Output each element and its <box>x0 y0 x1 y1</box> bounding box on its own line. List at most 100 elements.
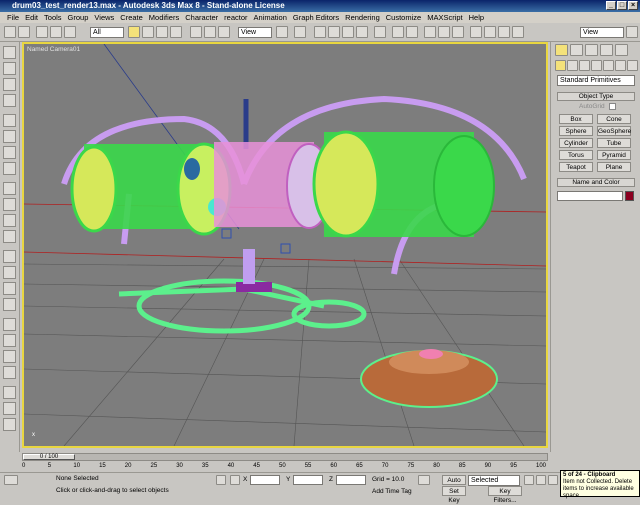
box-button[interactable]: Box <box>559 114 593 124</box>
material-editor-icon[interactable] <box>470 26 482 38</box>
tube-button[interactable]: Tube <box>597 138 631 148</box>
cylinder-button[interactable]: Cylinder <box>559 138 593 148</box>
menu-maxscript[interactable]: MAXScript <box>424 12 465 23</box>
create-tab-icon[interactable] <box>555 44 568 56</box>
display-tab-icon[interactable] <box>615 44 628 56</box>
tool-icon[interactable] <box>3 298 16 311</box>
maximize-button[interactable]: □ <box>617 1 627 10</box>
key-filters-button[interactable]: Key Filters... <box>488 486 522 504</box>
tool-icon[interactable] <box>3 46 16 59</box>
timeline-ruler[interactable]: 0 5 10 15 20 25 30 35 40 45 50 55 60 65 70 75 80 85 90 95 10… <box>22 463 548 471</box>
tool-icon[interactable] <box>3 182 16 195</box>
menu-customize[interactable]: Customize <box>383 12 424 23</box>
mirror-icon[interactable] <box>392 26 404 38</box>
rotate-icon[interactable] <box>204 26 216 38</box>
y-coord-field[interactable] <box>293 475 323 485</box>
maxscript-listener-icon[interactable] <box>4 475 18 485</box>
autogrid-checkbox[interactable] <box>609 103 616 110</box>
tool-icon[interactable] <box>3 94 16 107</box>
tool-icon[interactable] <box>3 282 16 295</box>
modify-tab-icon[interactable] <box>570 44 583 56</box>
percent-snap-icon[interactable] <box>342 26 354 38</box>
ref-coord-dropdown[interactable]: View <box>238 27 272 38</box>
undo-icon[interactable] <box>4 26 16 38</box>
tool-icon[interactable] <box>3 250 16 263</box>
torus-button[interactable]: Torus <box>559 150 593 160</box>
tool-icon[interactable] <box>3 266 16 279</box>
schematic-view-icon[interactable] <box>452 26 464 38</box>
geometry-icon[interactable] <box>555 60 566 71</box>
window-crossing-icon[interactable] <box>170 26 182 38</box>
pivot-icon[interactable] <box>276 26 288 38</box>
render-setup-icon[interactable] <box>484 26 496 38</box>
tool-icon[interactable] <box>3 386 16 399</box>
menu-animation[interactable]: Animation <box>251 12 290 23</box>
quick-render-icon[interactable] <box>512 26 524 38</box>
close-button[interactable]: × <box>628 1 638 10</box>
curve-editor-icon[interactable] <box>438 26 450 38</box>
tool-icon[interactable] <box>3 146 16 159</box>
move-icon[interactable] <box>190 26 202 38</box>
select-by-name-icon[interactable] <box>142 26 154 38</box>
menu-help[interactable]: Help <box>466 12 487 23</box>
render-frame-icon[interactable] <box>498 26 510 38</box>
menu-edit[interactable]: Edit <box>22 12 41 23</box>
tool-icon[interactable] <box>3 114 16 127</box>
object-color-swatch[interactable] <box>625 191 634 201</box>
set-key-button[interactable]: Set Key <box>442 486 466 504</box>
key-icon[interactable] <box>418 475 430 485</box>
object-type-rollout[interactable]: Object Type <box>557 92 635 101</box>
time-slider[interactable]: 0 / 100 <box>22 453 548 461</box>
cameras-icon[interactable] <box>591 60 602 71</box>
tool-icon[interactable] <box>3 162 16 175</box>
render-icon[interactable] <box>626 26 638 38</box>
select-manipulate-icon[interactable] <box>294 26 306 38</box>
helpers-icon[interactable] <box>603 60 614 71</box>
named-selection-dropdown[interactable]: View <box>580 27 624 38</box>
category-dropdown[interactable]: Standard Primitives <box>557 75 635 86</box>
link-icon[interactable] <box>36 26 48 38</box>
lock-icon[interactable] <box>216 475 226 485</box>
scale-icon[interactable] <box>218 26 230 38</box>
pyramid-button[interactable]: Pyramid <box>597 150 631 160</box>
rect-selection-icon[interactable] <box>156 26 168 38</box>
shapes-icon[interactable] <box>567 60 578 71</box>
viewport-label[interactable]: Named Camera01 <box>27 46 80 53</box>
x-coord-field[interactable] <box>250 475 280 485</box>
lights-icon[interactable] <box>579 60 590 71</box>
menu-modifiers[interactable]: Modifiers <box>146 12 182 23</box>
camera-viewport[interactable]: Named Camera01 x <box>22 42 548 448</box>
spinner-snap-icon[interactable] <box>356 26 368 38</box>
menu-tools[interactable]: Tools <box>41 12 65 23</box>
named-sel-icon[interactable] <box>374 26 386 38</box>
tool-icon[interactable] <box>3 230 16 243</box>
menu-file[interactable]: File <box>4 12 22 23</box>
systems-icon[interactable] <box>627 60 638 71</box>
z-coord-field[interactable] <box>336 475 366 485</box>
menu-graph-editors[interactable]: Graph Editors <box>290 12 342 23</box>
menu-views[interactable]: Views <box>91 12 117 23</box>
menu-group[interactable]: Group <box>65 12 92 23</box>
minimize-button[interactable]: _ <box>606 1 616 10</box>
sphere-button[interactable]: Sphere <box>559 126 593 136</box>
plane-button[interactable]: Plane <box>597 162 631 172</box>
tool-icon[interactable] <box>3 214 16 227</box>
cone-button[interactable]: Cone <box>597 114 631 124</box>
tool-icon[interactable] <box>3 350 16 363</box>
time-slider-thumb[interactable]: 0 / 100 <box>23 454 75 460</box>
object-name-field[interactable] <box>557 191 623 201</box>
select-object-icon[interactable] <box>128 26 140 38</box>
tool-icon[interactable] <box>3 366 16 379</box>
tool-icon[interactable] <box>3 130 16 143</box>
motion-tab-icon[interactable] <box>600 44 613 56</box>
align-icon[interactable] <box>406 26 418 38</box>
redo-icon[interactable] <box>18 26 30 38</box>
spacewarps-icon[interactable] <box>615 60 626 71</box>
unlink-icon[interactable] <box>50 26 62 38</box>
layer-manager-icon[interactable] <box>424 26 436 38</box>
snap-3d-icon[interactable] <box>314 26 326 38</box>
tool-icon[interactable] <box>3 402 16 415</box>
absolute-mode-icon[interactable] <box>230 475 240 485</box>
tool-icon[interactable] <box>3 318 16 331</box>
name-color-rollout[interactable]: Name and Color <box>557 178 635 187</box>
